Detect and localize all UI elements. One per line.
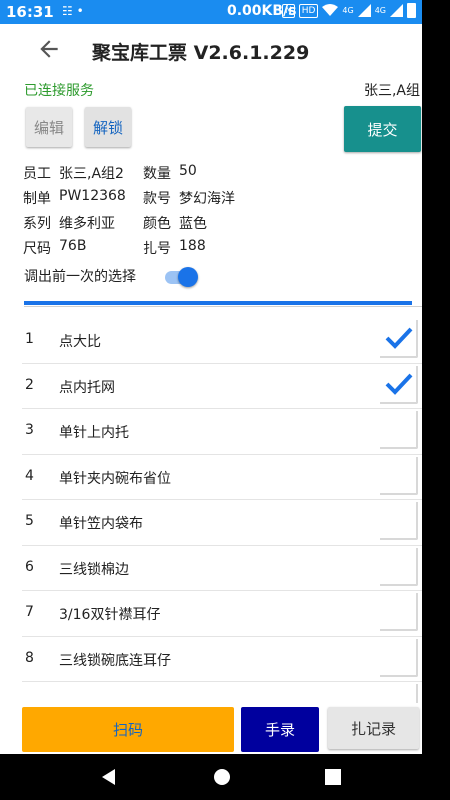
process-list[interactable]: 1 点大比 2 点内托网 3 单针上内托 4 单针夹内碗布省位 5 单针笠内袋布 6 三线锁棉边 7 3/… [22, 318, 422, 703]
item-number: 4 [25, 467, 34, 484]
item-checkbox[interactable] [380, 638, 418, 677]
item-checkbox[interactable] [380, 684, 418, 703]
hd-icon: HD [298, 3, 319, 18]
item-checkbox[interactable] [380, 456, 418, 495]
list-item[interactable] [22, 682, 422, 703]
nav-home-icon[interactable] [214, 769, 230, 785]
page-title: 聚宝库工票 V2.6.1.229 [92, 42, 310, 64]
arrow-left-icon[interactable] [36, 36, 62, 62]
info-key: 员工 [23, 165, 51, 182]
item-checkbox[interactable] [380, 593, 418, 631]
list-item[interactable]: 5 单针笠内袋布 [22, 500, 422, 546]
checkmark-icon [385, 327, 413, 349]
list-item[interactable]: 4 单针夹内碗布省位 [22, 455, 422, 500]
submit-button[interactable]: 提交 [344, 106, 421, 152]
connection-status: 已连接服务 [24, 83, 94, 99]
signal-icon [357, 4, 371, 17]
screen-edge [422, 0, 450, 800]
item-number: 6 [25, 558, 34, 575]
info-key: 制单 [23, 190, 51, 207]
scan-button[interactable]: 扫码 [22, 707, 234, 752]
system-nav-bar [22, 754, 422, 800]
item-name: 三线锁棉边 [59, 561, 129, 578]
item-name: 单针笠内袋布 [59, 516, 143, 532]
info-value: 188 [179, 237, 206, 254]
item-name: 点内托网 [59, 379, 115, 396]
item-number: 8 [25, 649, 34, 666]
list-item[interactable]: 6 三线锁棉边 [22, 546, 422, 591]
signal-icon-2 [390, 4, 403, 17]
item-name: 3/16双针襟耳仔 [59, 607, 161, 623]
item-name: 三线锁碗底连耳仔 [59, 652, 171, 669]
item-number: 3 [25, 422, 34, 438]
item-number: 1 [25, 331, 34, 347]
info-value: 梦幻海洋 [179, 190, 235, 207]
list-item[interactable]: 8 三线锁碗底连耳仔 [22, 637, 422, 682]
list-item[interactable]: 7 3/16双针襟耳仔 [22, 591, 422, 637]
item-checkbox[interactable] [380, 547, 418, 586]
info-value: 张三,A组2 [59, 165, 124, 182]
unlock-button[interactable]: 解锁 [85, 107, 131, 147]
info-key: 尺码 [23, 240, 51, 257]
item-number: 2 [25, 376, 34, 393]
item-checkbox[interactable] [380, 320, 418, 358]
status-indicators: N HD 4G 4G [281, 3, 416, 18]
item-name: 单针夹内碗布省位 [59, 470, 171, 487]
nav-recent-apps-icon[interactable] [325, 769, 341, 785]
nfc-icon: N [281, 3, 295, 18]
info-value: PW12368 [59, 187, 126, 204]
status-time: 16:31 [6, 3, 54, 21]
list-item[interactable]: 1 点大比 [22, 318, 422, 364]
info-value: 维多利亚 [59, 215, 115, 232]
info-value: 蓝色 [179, 215, 207, 232]
item-checkbox[interactable] [380, 411, 418, 449]
screen-edge [0, 754, 22, 800]
recall-toggle[interactable] [165, 267, 198, 287]
divider [24, 306, 422, 307]
info-key: 数量 [143, 165, 171, 182]
manual-entry-button[interactable]: 手录 [241, 707, 319, 752]
toggle-knob [178, 267, 198, 287]
info-key: 系列 [23, 215, 51, 232]
info-value: 76B [59, 237, 87, 254]
info-key: 扎号 [143, 240, 171, 257]
current-user: 张三,A组 [363, 83, 420, 99]
app-header: 聚宝库工票 V2.6.1.229 [0, 24, 422, 76]
item-name: 单针上内托 [59, 425, 129, 441]
bundle-record-button[interactable]: 扎记录 [328, 707, 419, 749]
list-item[interactable]: 3 单针上内托 [22, 409, 422, 455]
edit-button[interactable]: 编辑 [26, 107, 72, 147]
info-key: 款号 [143, 190, 171, 207]
info-row: 系列 维多利亚 颜色 蓝色 [23, 210, 413, 235]
progress-bar [24, 301, 412, 305]
battery-icon [407, 3, 416, 18]
net-label-1: 4G [342, 6, 354, 15]
item-number: 5 [25, 513, 34, 529]
info-row: 尺码 76B 扎号 188 [23, 235, 413, 260]
recall-label: 调出前一次的选择 [24, 269, 136, 285]
item-checkbox[interactable] [380, 502, 418, 540]
wifi-icon [322, 4, 339, 16]
ticket-info: 员工 张三,A组2 数量 50 制单 PW12368 款号 梦幻海洋 系列 维多利亚 颜色… [23, 160, 413, 260]
status-bar: 16:31 ☷ • 0.00KB/s N HD 4G 4G [0, 0, 422, 24]
item-checkbox[interactable] [380, 365, 418, 404]
checkmark-icon [385, 373, 413, 395]
info-value: 50 [179, 162, 197, 179]
item-number: 7 [25, 604, 34, 620]
list-item[interactable]: 2 点内托网 [22, 364, 422, 409]
info-row: 员工 张三,A组2 数量 50 [23, 160, 413, 185]
nav-back-icon[interactable] [100, 768, 118, 786]
notification-icons: ☷ • [62, 4, 84, 18]
net-label-2: 4G [374, 6, 386, 15]
info-row: 制单 PW12368 款号 梦幻海洋 [23, 185, 413, 210]
item-name: 点大比 [59, 334, 101, 350]
info-key: 颜色 [143, 215, 171, 232]
